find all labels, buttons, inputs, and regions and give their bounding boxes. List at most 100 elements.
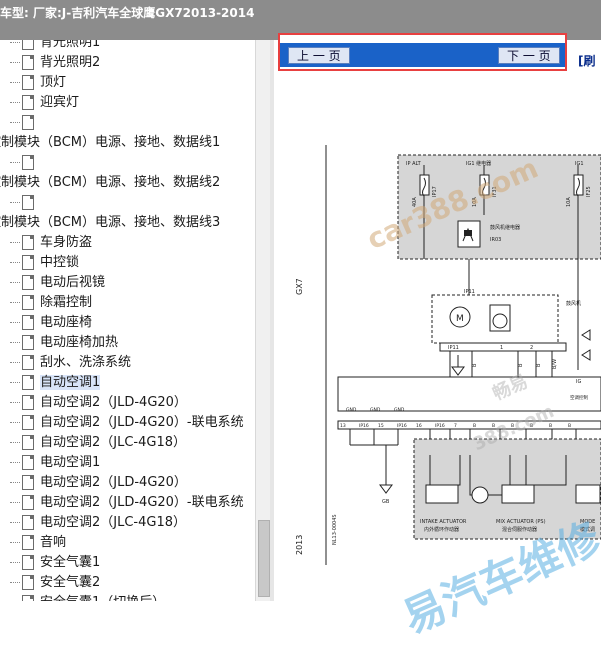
document-icon — [22, 415, 34, 430]
tree-item-label: 刮水、洗涤系统 — [40, 355, 132, 370]
tree-pane: 背光照明1 背光照明2 顶灯迎宾灯控制模块（BCM）电源、接地、数据线1 控制模块（B… — [0, 40, 255, 601]
tree-item[interactable]: 电动座椅 — [10, 314, 92, 332]
tree-item[interactable] — [10, 194, 40, 212]
tree-connector — [10, 382, 20, 383]
tree-item-label: 背光照明1 — [40, 40, 101, 50]
tree-item[interactable]: 电动空调2（JLD-4G20）-联电系统 — [10, 494, 244, 512]
tree-connector — [10, 462, 20, 463]
document-icon — [22, 155, 34, 170]
svg-text:内外循环作动器: 内外循环作动器 — [424, 526, 459, 533]
tree-item[interactable]: 刮水、洗涤系统 — [10, 354, 131, 372]
pin-label: 16 — [416, 423, 422, 429]
tree-item-label: 电动座椅加热 — [40, 335, 119, 350]
svg-text:混合伺服作动器: 混合伺服作动器 — [502, 526, 537, 533]
tree-item-label: 控制模块（BCM）电源、接地、数据线2 — [0, 175, 221, 190]
document-icon — [22, 535, 34, 550]
tree-item[interactable]: 电动空调2（JLD-4G20） — [10, 474, 187, 492]
tree-item[interactable]: 控制模块（BCM）电源、接地、数据线2 — [0, 174, 220, 192]
document-icon — [22, 435, 34, 450]
svg-text:GND: GND — [370, 407, 381, 413]
tree-connector — [10, 582, 20, 583]
tree-item[interactable]: 控制模块（BCM）电源、接地、数据线3 — [0, 214, 220, 232]
document-icon — [22, 495, 34, 510]
document-icon — [22, 40, 34, 50]
tree-item[interactable]: 背光照明2 — [10, 54, 100, 72]
tree-item[interactable]: 电动后视镜 — [10, 274, 105, 292]
tree-item-label: 电动空调2（JLD-4G20） — [40, 475, 187, 490]
svg-text:M: M — [456, 314, 464, 324]
window-title: 车型: 厂家:J-吉利汽车全球鹰GX72013-2014 — [0, 6, 255, 20]
year-label: 2013 — [295, 535, 304, 555]
tree-scrollbar[interactable] — [255, 40, 271, 601]
tree-item[interactable]: 车身防盗 — [10, 234, 92, 252]
tree-connector — [10, 162, 20, 163]
pin-label: IP16 — [359, 423, 369, 429]
doc-id: NL13-0004S — [332, 514, 338, 545]
tree-item-label: 自动空调1 — [40, 375, 101, 390]
svg-text:1: 1 — [500, 345, 503, 351]
tree-connector — [10, 202, 20, 203]
prev-page-button[interactable]: 上 一 页 — [288, 47, 350, 64]
tree-item[interactable]: 自动空调2（JLD-4G20）-联电系统 — [10, 414, 244, 432]
refresh-link[interactable]: [刷 — [578, 52, 596, 69]
svg-text:GB: GB — [382, 499, 390, 505]
tree-connector — [10, 42, 20, 43]
tree-item[interactable]: 中控锁 — [10, 254, 79, 272]
tree-item[interactable]: 安全气囊1（切换后） — [10, 594, 165, 601]
tree-item[interactable]: 电动空调1 — [10, 454, 100, 472]
tree-item[interactable]: 背光照明1 — [10, 40, 100, 52]
tree-item-label: 顶灯 — [40, 75, 67, 90]
document-icon — [22, 75, 34, 90]
document-icon — [22, 575, 34, 590]
tree-item[interactable]: 顶灯 — [10, 74, 66, 92]
relay-label: 鼓风机继电器 — [490, 224, 520, 231]
blower-label: 鼓风机 — [566, 300, 581, 307]
tree-item[interactable]: 控制模块（BCM）电源、接地、数据线1 — [0, 134, 220, 152]
tree-connector — [10, 482, 20, 483]
tree-connector — [10, 542, 20, 543]
fuse-ip17-rating: 40A — [412, 197, 418, 207]
tree-item-label: 电动空调2（JLC-4G18） — [40, 515, 187, 530]
tree-item[interactable]: 音响 — [10, 534, 66, 552]
tree-item[interactable]: 除霜控制 — [10, 294, 92, 312]
document-icon — [22, 255, 34, 270]
fuse-if31-id: IF31 — [492, 186, 498, 197]
document-icon — [22, 95, 34, 110]
tree-item[interactable]: 自动空调2（JLD-4G20） — [10, 394, 187, 412]
tree-item-label: 音响 — [40, 535, 67, 550]
tree-item[interactable] — [10, 114, 40, 132]
document-icon — [22, 515, 34, 530]
document-icon — [22, 275, 34, 290]
next-page-button[interactable]: 下 一 页 — [498, 47, 560, 64]
tree-connector — [10, 402, 20, 403]
svg-text:GND: GND — [346, 407, 357, 413]
tree-item[interactable]: 安全气囊1 — [10, 554, 100, 572]
tree-item[interactable]: 迎宾灯 — [10, 94, 79, 112]
document-icon — [22, 235, 34, 250]
tree-item[interactable]: 自动空调1 — [10, 374, 101, 392]
pin-label: B — [530, 423, 533, 429]
tree-item-label: 中控锁 — [40, 255, 80, 270]
pin-label: IP16 — [435, 423, 445, 429]
pin-label: B — [511, 423, 514, 429]
tree-connector — [10, 242, 20, 243]
tree-item-label: 安全气囊2 — [40, 575, 101, 590]
ground-gb: GB — [379, 484, 393, 505]
tree-item-label: 车身防盗 — [40, 235, 93, 250]
tree-item[interactable]: 电动座椅加热 — [10, 334, 118, 352]
tree-item[interactable]: 安全气囊2 — [10, 574, 100, 592]
model-label: GX7 — [295, 278, 304, 295]
svg-text:B: B — [472, 363, 478, 367]
tree-connector — [10, 102, 20, 103]
tree-item[interactable]: 电动空调2（JLC-4G18） — [10, 514, 186, 532]
scrollbar-thumb[interactable] — [258, 520, 270, 597]
svg-text:2: 2 — [530, 345, 533, 351]
tree-item-label: 安全气囊1 — [40, 555, 101, 570]
svg-text:IP11: IP11 — [448, 345, 459, 351]
tree-item-label: 自动空调2（JLD-4G20）-联电系统 — [40, 415, 244, 430]
tree-item[interactable]: 自动空调2（JLC-4G18） — [10, 434, 186, 452]
nav-toolbar: 上 一 页 下 一 页 — [280, 43, 565, 67]
pin-label: B — [492, 423, 495, 429]
tree-item[interactable] — [10, 154, 40, 172]
document-icon — [22, 395, 34, 410]
